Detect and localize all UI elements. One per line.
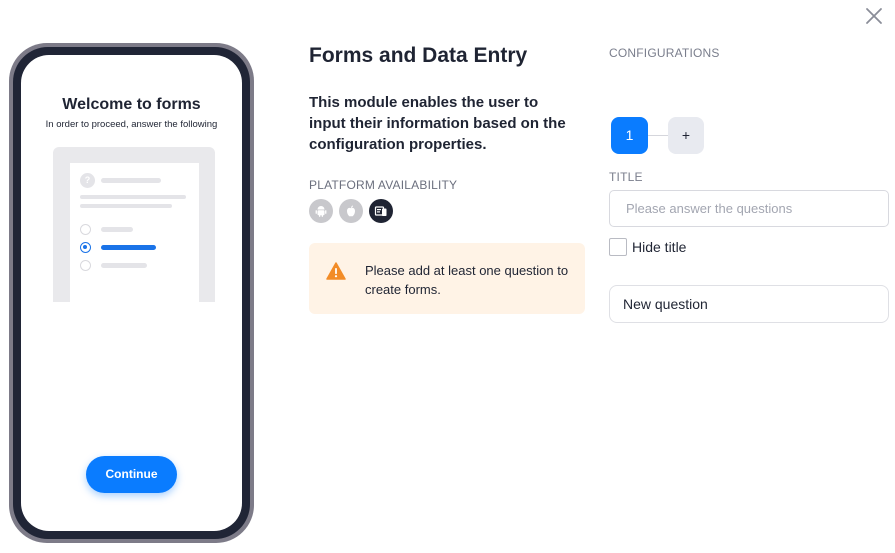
phone-bezel: Welcome to forms In order to proceed, an… [13, 47, 250, 539]
radio-option-icon [80, 260, 91, 271]
step-connector [646, 135, 668, 136]
radio-selected-icon [80, 242, 91, 253]
phone-preview: Welcome to forms In order to proceed, an… [9, 43, 254, 543]
platform-icons [309, 199, 393, 223]
preview-subtitle: In order to proceed, answer the followin… [45, 119, 218, 130]
preview-title: Welcome to forms [62, 96, 201, 113]
apple-icon [339, 199, 363, 223]
option-line-selected [101, 245, 156, 250]
module-description: This module enables the user to input th… [309, 94, 566, 153]
add-question-button[interactable]: + [668, 117, 704, 154]
placeholder-line [80, 204, 172, 208]
question-step-1[interactable]: 1 [611, 117, 648, 154]
module-title: Forms and Data Entry [309, 44, 528, 67]
phone-screen: Welcome to forms In order to proceed, an… [21, 55, 242, 531]
option-line [101, 227, 133, 232]
continue-button[interactable]: Continue [86, 456, 177, 493]
placeholder-line [101, 178, 161, 183]
title-input[interactable] [609, 190, 889, 227]
close-button[interactable] [864, 6, 884, 26]
hide-title-label: Hide title [632, 239, 687, 255]
new-question-item[interactable]: New question [609, 285, 889, 323]
close-icon [866, 8, 882, 24]
option-line [101, 263, 147, 268]
question-icon: ? [80, 173, 95, 188]
web-mobile-icon [369, 199, 393, 223]
title-label: TITLE [609, 170, 643, 184]
hide-title-checkbox[interactable] [609, 238, 627, 256]
warning-message: Please add at least one question to crea… [309, 243, 585, 314]
android-icon [309, 199, 333, 223]
placeholder-line [80, 195, 186, 199]
radio-option-icon [80, 224, 91, 235]
illustration-card: ? [70, 163, 199, 302]
form-illustration: ? [53, 147, 215, 302]
platform-availability-label: PLATFORM AVAILABILITY [309, 178, 458, 192]
warning-text: Please add at least one question to crea… [365, 263, 569, 297]
warning-icon [326, 262, 346, 280]
configurations-label: CONFIGURATIONS [609, 46, 720, 60]
